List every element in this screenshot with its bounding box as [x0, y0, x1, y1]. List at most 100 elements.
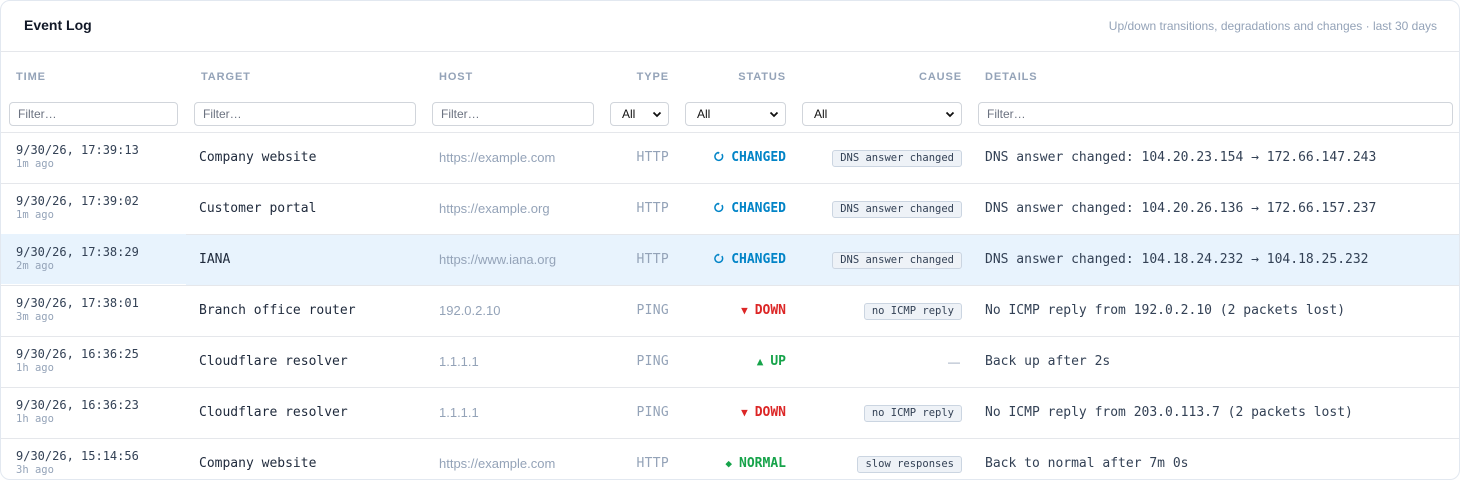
- table-row[interactable]: 9/30/26, 16:36:23 1h ago Cloudflare resolv…: [1, 386, 1459, 439]
- type-cell: HTTP: [602, 234, 677, 286]
- time-cell: 9/30/26, 17:39:02 1m ago: [1, 182, 186, 234]
- cause-cell: DNS answer changed: [794, 132, 970, 184]
- type-cell: HTTP: [602, 438, 677, 479]
- chevron-down-icon: [945, 111, 955, 118]
- chevron-down-icon: [652, 111, 662, 118]
- status-label: DOWN: [754, 303, 786, 318]
- time-cell: 9/30/26, 16:36:23 1h ago: [1, 386, 186, 438]
- col-header-target[interactable]: TARGET: [186, 52, 424, 96]
- event-log-card: Event Log Up/down transitions, degradati…: [0, 0, 1460, 480]
- table-row[interactable]: 9/30/26, 17:39:02 1m ago Customer portal ht…: [1, 182, 1459, 235]
- details-filter-input[interactable]: [978, 101, 1453, 126]
- cause-cell: no ICMP reply: [794, 285, 970, 337]
- details-cell: DNS answer changed: 104.20.23.154 → 172.…: [970, 132, 1459, 184]
- status-label: DOWN: [754, 405, 786, 420]
- host-cell: 192.0.2.10: [424, 285, 602, 337]
- diamond-icon: ◆: [725, 457, 733, 470]
- timestamp: 9/30/26, 17:39:13: [16, 142, 139, 157]
- time-cell: 9/30/26, 17:38:29 2m ago: [1, 233, 186, 285]
- col-header-cause[interactable]: CAUSE: [794, 52, 970, 96]
- page-title: Event Log: [24, 17, 92, 33]
- cause-cell: DNS answer changed: [794, 183, 970, 235]
- type-filter-select[interactable]: All: [610, 101, 669, 126]
- timestamp: 9/30/26, 16:36:25: [16, 346, 139, 361]
- page-subtitle: Up/down transitions, degradations and ch…: [1108, 19, 1437, 33]
- target-cell: Branch office router: [186, 285, 424, 337]
- details-cell: Back to normal after 7m 0s: [970, 438, 1459, 479]
- details-cell: Back up after 2s: [970, 336, 1459, 388]
- header-row: TIME TARGET HOST TYPE STATUS CAUSE DETAI…: [1, 52, 1459, 96]
- status-label: CHANGED: [731, 150, 786, 165]
- cause-badge: DNS answer changed: [832, 251, 962, 269]
- triangle-up-icon: ▲: [756, 355, 764, 368]
- target-filter-input[interactable]: [194, 101, 416, 126]
- time-cell: 9/30/26, 17:38:01 3m ago: [1, 284, 186, 336]
- col-header-status[interactable]: STATUS: [677, 52, 794, 96]
- status-cell: ◆ NORMAL: [677, 438, 794, 479]
- timestamp: 9/30/26, 17:39:02: [16, 193, 139, 208]
- status-filter-select[interactable]: All: [685, 101, 786, 126]
- refresh-icon: [713, 201, 731, 216]
- host-cell: https://example.com: [424, 438, 602, 479]
- cause-empty: —: [948, 355, 960, 369]
- event-table: TIME TARGET HOST TYPE STATUS CAUSE DETAI…: [1, 52, 1459, 479]
- relative-time: 1m ago: [16, 157, 54, 170]
- type-cell: PING: [602, 336, 677, 388]
- refresh-icon: [713, 252, 731, 267]
- cause-filter-select[interactable]: All: [802, 101, 962, 126]
- table-row[interactable]: 9/30/26, 17:38:29 2m ago IANA https://www.i…: [1, 233, 1459, 286]
- details-cell: No ICMP reply from 192.0.2.10 (2 packets…: [970, 285, 1459, 337]
- status-label: CHANGED: [731, 201, 786, 216]
- details-cell: DNS answer changed: 104.18.24.232 → 104.…: [970, 234, 1459, 286]
- table-row[interactable]: 9/30/26, 15:14:56 3h ago Company website ht…: [1, 437, 1459, 479]
- cause-badge: no ICMP reply: [863, 404, 962, 422]
- target-cell: IANA: [186, 234, 424, 286]
- host-cell: 1.1.1.1: [424, 387, 602, 439]
- chevron-down-icon: [769, 111, 779, 118]
- col-header-details[interactable]: DETAILS: [970, 52, 1459, 96]
- details-cell: DNS answer changed: 104.20.26.136 → 172.…: [970, 183, 1459, 235]
- type-cell: HTTP: [602, 183, 677, 235]
- relative-time: 1h ago: [16, 361, 54, 374]
- status-cell: CHANGED: [677, 183, 794, 235]
- host-cell: https://example.com: [424, 132, 602, 184]
- status-cell: CHANGED: [677, 234, 794, 286]
- status-cell: ▼ DOWN: [677, 387, 794, 439]
- status-cell: ▲ UP: [677, 336, 794, 388]
- relative-time: 3h ago: [16, 463, 54, 476]
- table-row[interactable]: 9/30/26, 17:38:01 3m ago Branch office rou…: [1, 284, 1459, 337]
- status-label: NORMAL: [739, 456, 786, 471]
- relative-time: 2m ago: [16, 259, 54, 272]
- target-cell: Customer portal: [186, 183, 424, 235]
- timestamp: 9/30/26, 15:14:56: [16, 448, 139, 463]
- type-cell: HTTP: [602, 132, 677, 184]
- status-label: UP: [770, 354, 786, 369]
- status-cell: CHANGED: [677, 132, 794, 184]
- type-cell: PING: [602, 387, 677, 439]
- time-cell: 9/30/26, 15:14:56 3h ago: [1, 437, 186, 479]
- target-cell: Cloudflare resolver: [186, 387, 424, 439]
- time-cell: 9/30/26, 16:36:25 1h ago: [1, 335, 186, 387]
- host-cell: https://www.iana.org: [424, 234, 602, 286]
- table-row[interactable]: 9/30/26, 16:36:25 1h ago Cloudflare resolv…: [1, 335, 1459, 388]
- filter-row: All All All: [1, 96, 1459, 133]
- table-row[interactable]: 9/30/26, 17:39:13 1m ago Company website ht…: [1, 131, 1459, 184]
- target-cell: Company website: [186, 438, 424, 479]
- col-header-host[interactable]: HOST: [424, 52, 602, 96]
- cause-cell: slow responses: [794, 438, 970, 479]
- target-cell: Cloudflare resolver: [186, 336, 424, 388]
- time-filter-input[interactable]: [9, 101, 178, 126]
- col-header-time[interactable]: TIME: [1, 52, 186, 96]
- cause-cell: —: [794, 336, 970, 388]
- relative-time: 3m ago: [16, 310, 54, 323]
- status-cell: ▼ DOWN: [677, 285, 794, 337]
- col-header-type[interactable]: TYPE: [602, 52, 677, 96]
- host-cell: 1.1.1.1: [424, 336, 602, 388]
- time-cell: 9/30/26, 17:39:13 1m ago: [1, 131, 186, 183]
- host-cell: https://example.org: [424, 183, 602, 235]
- cause-badge: no ICMP reply: [863, 302, 962, 320]
- host-filter-input[interactable]: [432, 101, 594, 126]
- refresh-icon: [713, 150, 731, 165]
- cause-badge: DNS answer changed: [832, 149, 962, 167]
- details-cell: No ICMP reply from 203.0.113.7 (2 packet…: [970, 387, 1459, 439]
